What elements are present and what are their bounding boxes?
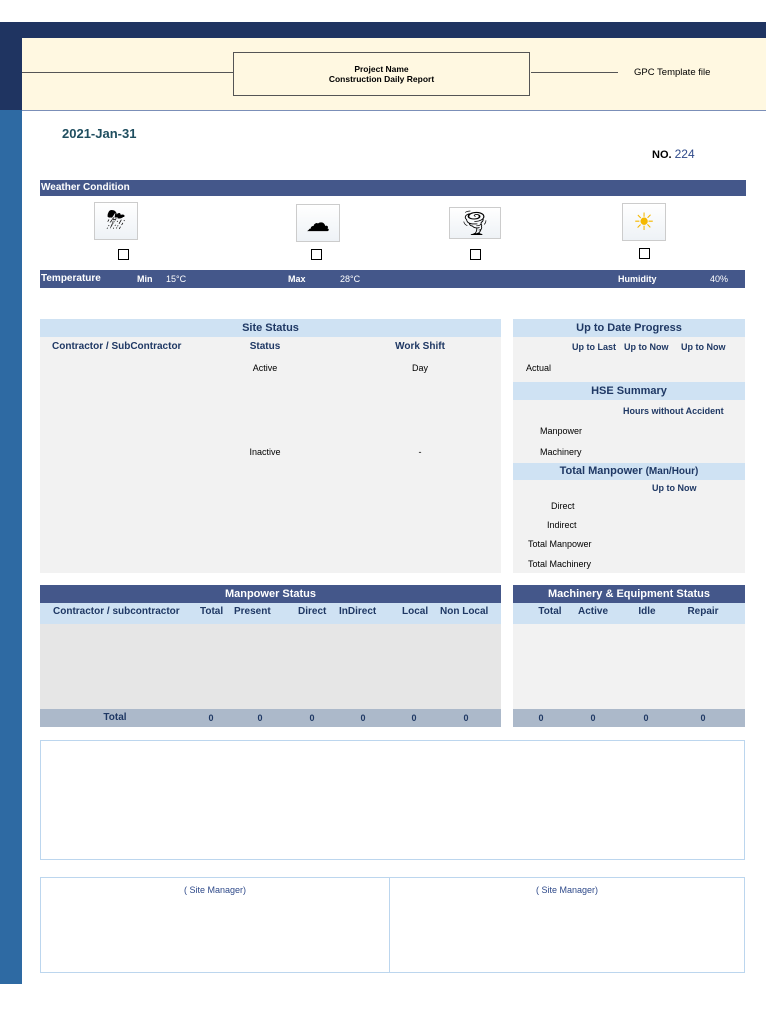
- mc-col-idle: Idle: [638, 606, 656, 617]
- total-manpower-unit: (Man/Hour): [645, 466, 699, 477]
- tm-total-machinery: Total Machinery: [528, 559, 592, 569]
- manpower-columns: Contractor / subcontractor Total Present…: [40, 603, 501, 624]
- mc-total-total: 0: [538, 713, 544, 723]
- machinery-total-row: 0 0 0 0: [513, 709, 745, 727]
- signature-box: [40, 877, 745, 973]
- storm-icon: ⛈: [94, 202, 138, 240]
- shift-none: -: [418, 447, 422, 457]
- signature-site-manager-2: ( Site Manager): [535, 885, 599, 895]
- tm-direct: Direct: [551, 501, 575, 511]
- humidity-value: 40%: [710, 274, 729, 284]
- mc-col-active: Active: [577, 606, 609, 617]
- col-tm-up-to-now: Up to Now: [652, 483, 697, 493]
- col-hours-without-accident: Hours without Accident: [623, 406, 724, 416]
- project-name: Project Name: [354, 64, 409, 74]
- temperature-bar: Temperature Min 15°C Max 28°C Humidity 4…: [40, 270, 745, 288]
- tm-indirect: Indirect: [547, 520, 577, 530]
- hse-manpower: Manpower: [540, 426, 583, 436]
- col-contractor: Contractor / SubContractor: [52, 341, 182, 352]
- mp-col-contractor: Contractor / subcontractor: [53, 606, 180, 617]
- col-status: Status: [249, 341, 281, 352]
- machinery-status-header: Machinery & Equipment Status: [513, 585, 745, 603]
- left-band-top: [0, 22, 22, 110]
- mp-total-non-local: 0: [463, 713, 469, 723]
- report-date: 2021-Jan-31: [62, 126, 137, 141]
- mc-col-total: Total: [538, 606, 562, 617]
- sunny-checkbox[interactable]: [639, 248, 650, 259]
- title-box: Project Name Construction Daily Report: [233, 52, 530, 96]
- col-up-to-now-2: Up to Now: [681, 342, 726, 352]
- header-line-left: [22, 72, 233, 73]
- tornado-checkbox[interactable]: [470, 249, 481, 260]
- total-manpower-title: Total Manpower: [559, 465, 643, 477]
- tornado-icon: 🌪: [449, 207, 501, 239]
- header-line-right: [531, 72, 618, 73]
- mc-col-repair: Repair: [687, 606, 719, 617]
- hse-header: HSE Summary: [513, 382, 745, 400]
- min-value: 15°C: [166, 274, 187, 284]
- tm-total-manpower: Total Manpower: [528, 539, 592, 549]
- signature-site-manager-1: ( Site Manager): [183, 885, 247, 895]
- status-active: Active: [252, 363, 278, 373]
- notes-box[interactable]: [40, 740, 745, 860]
- progress-panel: [513, 319, 745, 573]
- report-no-value: 224: [674, 147, 695, 161]
- mp-col-local: Local: [402, 606, 429, 617]
- col-up-to-last: Up to Last: [572, 342, 616, 352]
- temperature-label: Temperature: [41, 273, 101, 284]
- manpower-status-header: Manpower Status: [40, 585, 501, 603]
- shift-day: Day: [411, 363, 429, 373]
- mp-total-indirect: 0: [360, 713, 366, 723]
- mp-col-direct: Direct: [298, 606, 327, 617]
- storm-checkbox[interactable]: [118, 249, 129, 260]
- humidity-label: Humidity: [618, 274, 657, 284]
- max-value: 28°C: [340, 274, 361, 284]
- min-label: Min: [137, 274, 153, 284]
- weather-header: Weather Condition: [40, 180, 746, 196]
- total-manpower-header: Total Manpower (Man/Hour): [513, 463, 745, 480]
- mp-col-total: Total: [200, 606, 224, 617]
- site-status-header: Site Status: [40, 319, 501, 337]
- mp-total-local: 0: [411, 713, 417, 723]
- manpower-body: [40, 624, 501, 709]
- col-up-to-now: Up to Now: [624, 342, 669, 352]
- mp-col-non-local: Non Local: [440, 606, 489, 617]
- report-title: Construction Daily Report: [328, 74, 435, 84]
- max-label: Max: [288, 274, 306, 284]
- left-band: [0, 110, 22, 984]
- manpower-total-row: Total 0 0 0 0 0 0: [40, 709, 501, 727]
- cloudy-icon: ☁: [296, 204, 340, 242]
- mp-col-indirect: InDirect: [339, 606, 377, 617]
- col-work-shift: Work Shift: [395, 341, 445, 352]
- top-band: [0, 22, 766, 38]
- cloudy-checkbox[interactable]: [311, 249, 322, 260]
- mp-col-present: Present: [234, 606, 271, 617]
- mc-total-active: 0: [590, 713, 596, 723]
- machinery-columns: Total Active Idle Repair: [513, 603, 745, 624]
- mc-total-idle: 0: [643, 713, 649, 723]
- machinery-body: [513, 624, 745, 709]
- sunny-icon: ☀: [622, 203, 666, 241]
- report-number: NO. 224: [652, 147, 695, 161]
- mc-total-repair: 0: [700, 713, 706, 723]
- progress-header: Up to Date Progress: [513, 319, 745, 337]
- mp-total-present: 0: [257, 713, 263, 723]
- status-inactive: Inactive: [249, 447, 281, 457]
- signature-divider: [389, 877, 390, 973]
- site-status-panel: [40, 319, 501, 573]
- actual-label: Actual: [526, 363, 552, 373]
- mp-total-label: Total: [103, 712, 127, 723]
- mp-total-direct: 0: [309, 713, 315, 723]
- report-no-label: NO.: [652, 149, 672, 161]
- hse-machinery: Machinery: [540, 447, 582, 457]
- mp-total-total: 0: [208, 713, 214, 723]
- template-label: GPC Template file: [634, 67, 711, 78]
